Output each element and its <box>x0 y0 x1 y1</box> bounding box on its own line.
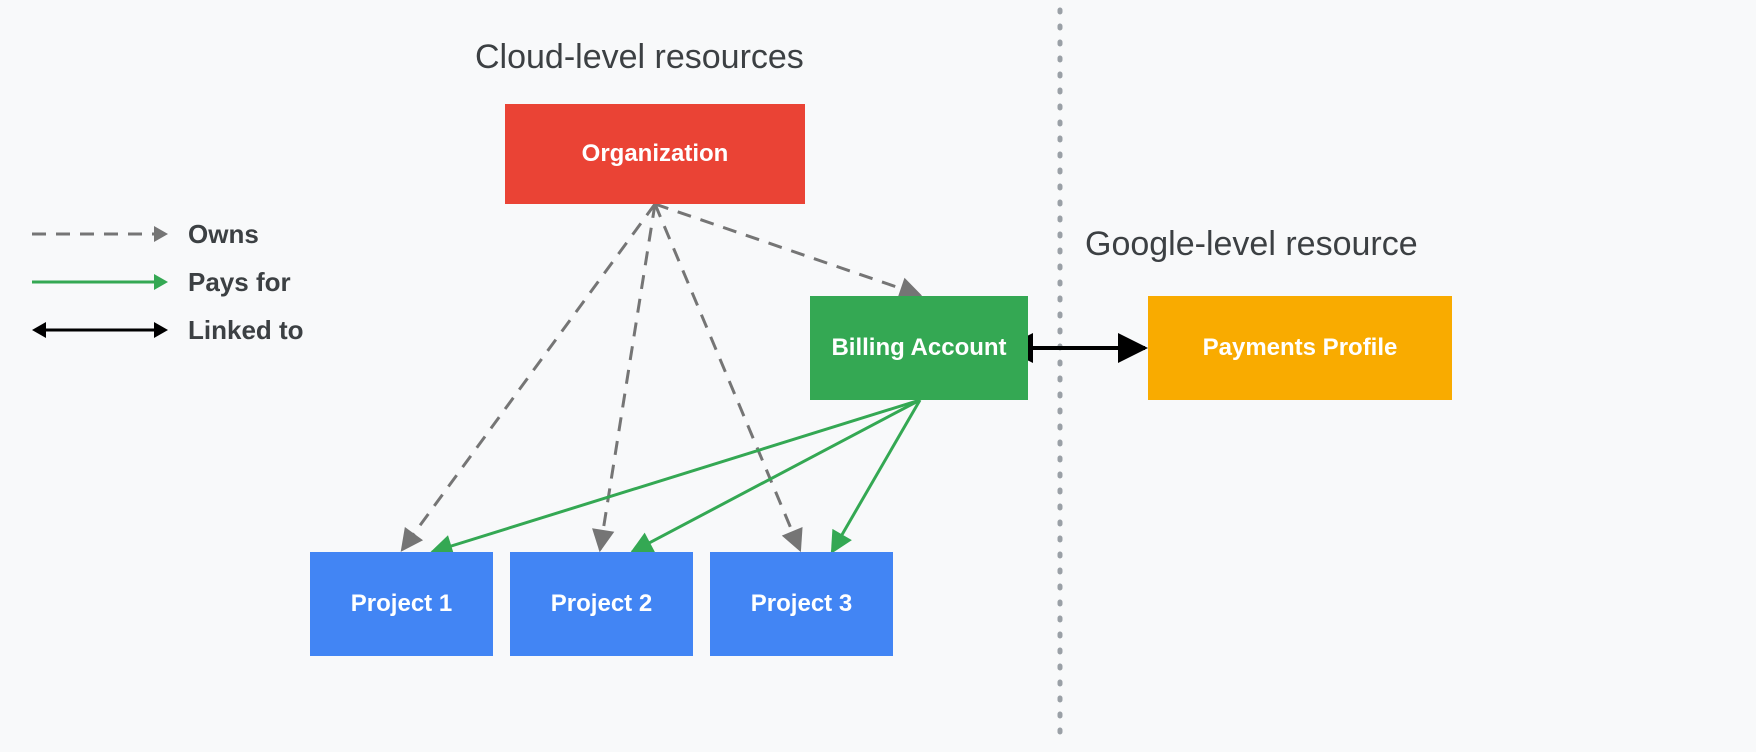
node-project-3: Project 3 <box>710 552 893 656</box>
heading-cloud-level: Cloud-level resources <box>475 38 804 77</box>
legend-row-linked: Linked to <box>30 306 350 354</box>
legend-row-owns: Owns <box>30 210 350 258</box>
node-project-1: Project 1 <box>310 552 493 656</box>
edge-pays-billing-to-project3 <box>832 400 920 552</box>
legend-row-pays: Pays for <box>30 258 350 306</box>
node-project-2: Project 2 <box>510 552 693 656</box>
legend-linked-arrow-icon <box>30 318 170 342</box>
legend-pays-arrow-icon <box>30 270 170 294</box>
edge-owns-org-to-project2 <box>600 204 655 550</box>
edge-pays-billing-to-project1 <box>432 400 920 552</box>
heading-google-level: Google-level resource <box>1085 225 1418 264</box>
legend-pays-label: Pays for <box>188 267 291 298</box>
edge-owns-org-to-project1 <box>402 204 655 550</box>
legend-owns-arrow-icon <box>30 222 170 246</box>
node-billing-account: Billing Account <box>810 296 1028 400</box>
diagram-canvas: Cloud-level resources Google-level resou… <box>0 0 1756 752</box>
edge-owns-org-to-billing <box>655 204 920 295</box>
legend: Owns Pays for Linked to <box>30 210 350 354</box>
node-payments-profile: Payments Profile <box>1148 296 1452 400</box>
node-organization: Organization <box>505 104 805 204</box>
legend-linked-label: Linked to <box>188 315 304 346</box>
edge-pays-billing-to-project2 <box>632 400 920 552</box>
edge-owns-org-to-project3 <box>655 204 800 550</box>
legend-owns-label: Owns <box>188 219 259 250</box>
